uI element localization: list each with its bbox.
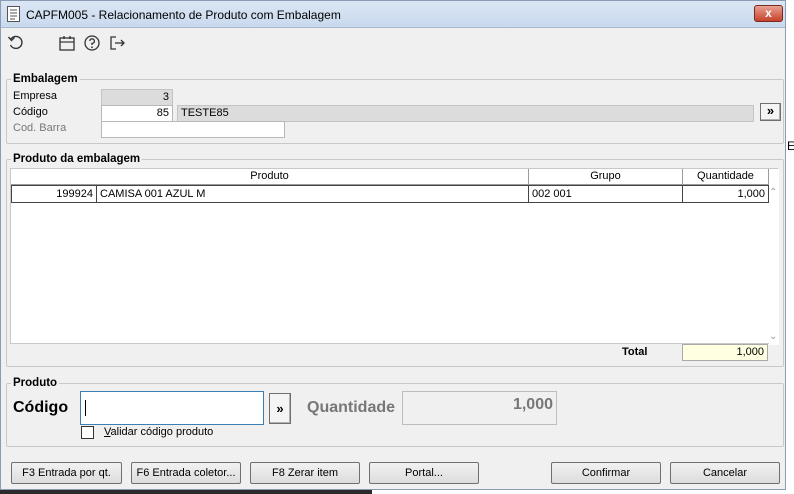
produto-quantidade-label: Quantidade bbox=[307, 399, 396, 416]
produto-legend: Produto bbox=[11, 377, 60, 389]
taskbar-edge bbox=[0, 490, 372, 494]
validar-codigo-checkbox[interactable] bbox=[81, 426, 94, 439]
embalagem-legend: Embalagem bbox=[11, 73, 80, 85]
validar-codigo-label[interactable]: Validar código produto bbox=[104, 426, 213, 438]
exit-icon[interactable] bbox=[108, 34, 126, 52]
calendar-icon[interactable] bbox=[58, 34, 76, 52]
f6-entrada-coletor-button[interactable]: F6 Entrada coletor... bbox=[131, 462, 241, 484]
text-caret bbox=[85, 400, 86, 416]
produto-codigo-input[interactable] bbox=[80, 391, 264, 425]
cancelar-button[interactable]: Cancelar bbox=[670, 462, 780, 484]
embalagem-lookup-button[interactable]: » bbox=[760, 103, 781, 121]
close-button[interactable]: x bbox=[754, 5, 783, 22]
row-product-description: CAMISA 001 AZUL M bbox=[97, 185, 529, 203]
codbarra-label: Cod. Barra bbox=[13, 122, 67, 134]
codigo-field[interactable]: 85 bbox=[101, 105, 173, 122]
main-window: CAPFM005 - Relacionamento de Produto com… bbox=[0, 0, 786, 490]
confirmar-button[interactable]: Confirmar bbox=[551, 462, 661, 484]
undo-icon[interactable] bbox=[7, 34, 25, 52]
column-header-grupo[interactable]: Grupo bbox=[529, 169, 683, 185]
background-partial-text: E bbox=[787, 139, 794, 153]
empresa-field: 3 bbox=[101, 89, 173, 106]
window-title: CAPFM005 - Relacionamento de Produto com… bbox=[26, 8, 341, 22]
document-icon bbox=[7, 6, 20, 22]
produto-lookup-button[interactable]: » bbox=[269, 393, 291, 424]
scroll-up-icon[interactable]: ⌃ bbox=[769, 187, 779, 201]
scroll-down-icon[interactable]: ⌄ bbox=[769, 331, 779, 343]
codbarra-field[interactable] bbox=[101, 121, 285, 138]
empresa-label: Empresa bbox=[13, 90, 58, 102]
products-grid[interactable]: Produto Grupo Quantidade 199924 CAMISA 0… bbox=[10, 168, 779, 345]
column-header-produto[interactable]: Produto bbox=[11, 169, 529, 185]
title-bar: CAPFM005 - Relacionamento de Produto com… bbox=[1, 1, 785, 28]
validar-label-text: alidar código produto bbox=[110, 426, 214, 438]
close-icon: x bbox=[765, 6, 772, 20]
codigo-description: TESTE85 bbox=[177, 105, 754, 122]
total-label: Total bbox=[622, 346, 648, 358]
produto-quantidade-input[interactable]: 1,000 bbox=[402, 391, 557, 425]
help-icon[interactable] bbox=[83, 34, 101, 52]
produto-codigo-label: Código bbox=[13, 399, 69, 416]
f3-entrada-qt-button[interactable]: F3 Entrada por qt. bbox=[11, 462, 122, 484]
produto-embalagem-legend: Produto da embalagem bbox=[11, 153, 143, 165]
row-group: 002 001 bbox=[529, 185, 683, 203]
portal-button[interactable]: Portal... bbox=[369, 462, 479, 484]
f8-zerar-item-button[interactable]: F8 Zerar item bbox=[250, 462, 360, 484]
codigo-label: Código bbox=[13, 106, 48, 118]
row-quantity: 1,000 bbox=[683, 185, 769, 203]
total-value: 1,000 bbox=[682, 344, 768, 361]
column-header-quantidade[interactable]: Quantidade bbox=[683, 169, 769, 185]
row-product-code: 199924 bbox=[11, 185, 97, 203]
